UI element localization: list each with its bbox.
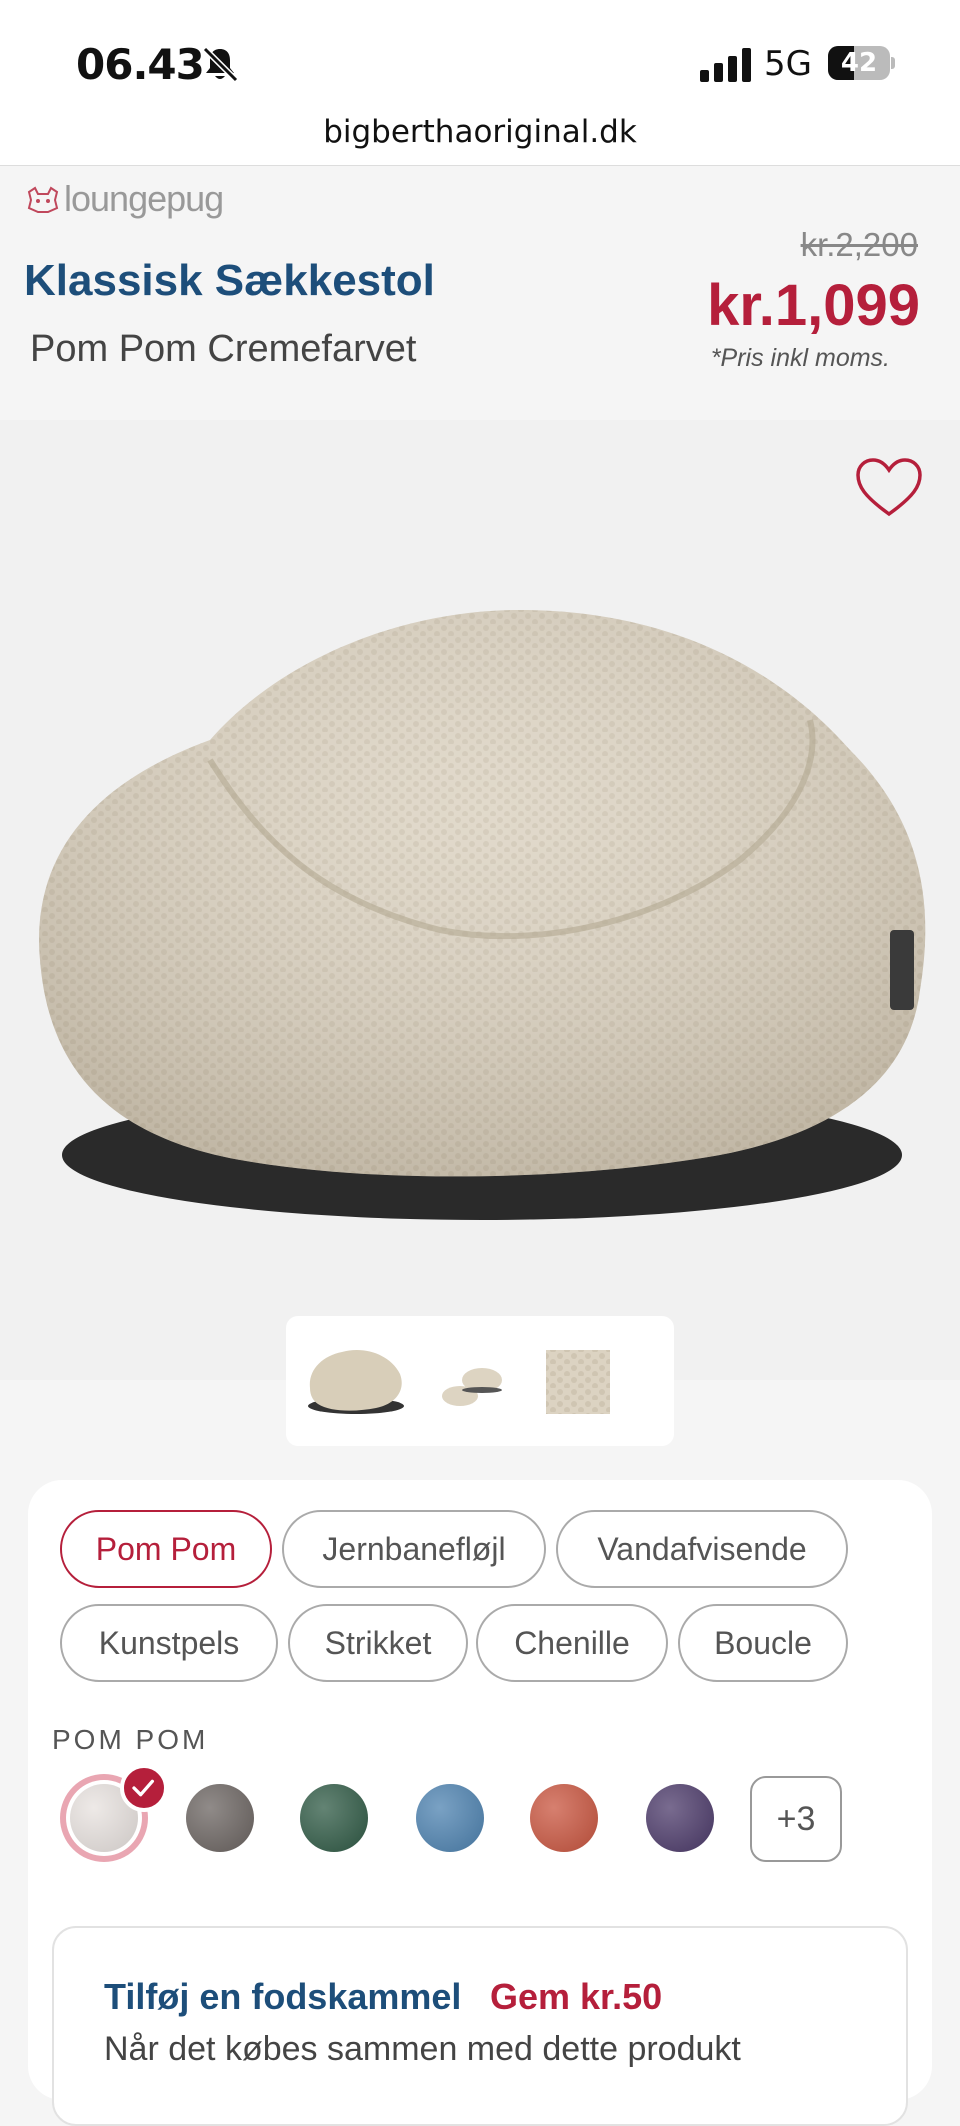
address-bar[interactable]: bigberthaoriginal.dk — [0, 110, 960, 166]
sale-price: kr.1,099 — [707, 273, 920, 338]
thumbnail-beanbag-footstool[interactable] — [436, 1340, 516, 1420]
product-header: loungepug Klassisk Sækkestol Pom Pom Cre… — [0, 166, 960, 420]
url-text[interactable]: bigberthaoriginal.dk — [323, 112, 637, 152]
silent-bell-icon — [202, 46, 239, 83]
footstool-addon[interactable]: Tilføj en fodskammel Gem kr.50 Når det k… — [52, 1926, 908, 2126]
vat-note: *Pris inkl moms. — [710, 344, 890, 372]
thumbnail-strip — [286, 1316, 674, 1446]
fabric-chip-pom-pom[interactable]: Pom Pom — [60, 1510, 272, 1588]
color-swatch-purple[interactable] — [646, 1784, 714, 1852]
product-title: Klassisk Sækkestol — [24, 256, 435, 305]
selected-check-icon — [120, 1764, 168, 1812]
logo-text: loungepug — [64, 178, 224, 219]
color-swatch-terracotta[interactable] — [530, 1784, 598, 1852]
addon-title: Tilføj en fodskammel — [104, 1976, 462, 2017]
addon-description: Når det købes sammen med dette produkt — [104, 2030, 741, 2068]
battery-percent: 42 — [840, 48, 878, 78]
product-image-beanbag[interactable] — [20, 600, 940, 1240]
fabric-chip-boucle[interactable]: Boucle — [678, 1604, 848, 1682]
original-price: kr.2,200 — [800, 226, 918, 263]
network-type: 5G — [764, 44, 812, 84]
pug-logo-icon — [27, 186, 59, 213]
color-swatch-grey[interactable] — [186, 1784, 254, 1852]
fabric-chip-strikket[interactable]: Strikket — [288, 1604, 468, 1682]
fabric-chip-chenille[interactable]: Chenille — [476, 1604, 668, 1682]
more-colors-button[interactable]: +3 — [750, 1776, 842, 1862]
color-swatch-green[interactable] — [300, 1784, 368, 1852]
battery-icon: 42 — [828, 46, 896, 80]
addon-saving: Gem kr.50 — [490, 1976, 663, 2017]
product-subtitle: Pom Pom Cremefarvet — [30, 328, 417, 370]
swatch-group-label: POM POM — [52, 1724, 209, 1755]
cellular-signal-icon — [700, 48, 751, 82]
fabric-chip-jernbaneflojl[interactable]: Jernbanefløjl — [282, 1510, 546, 1588]
thumbnail-fabric-detail[interactable] — [542, 1340, 614, 1420]
status-time: 06.43 — [76, 40, 205, 89]
thumbnail-beanbag[interactable] — [304, 1340, 408, 1420]
wishlist-heart-icon[interactable] — [854, 456, 924, 520]
status-bar: 06.43 5G 42 — [0, 0, 960, 110]
fabric-chip-kunstpels[interactable]: Kunstpels — [60, 1604, 278, 1682]
fabric-chip-vandafvisende[interactable]: Vandafvisende — [556, 1510, 848, 1588]
color-swatch-blue[interactable] — [416, 1784, 484, 1852]
